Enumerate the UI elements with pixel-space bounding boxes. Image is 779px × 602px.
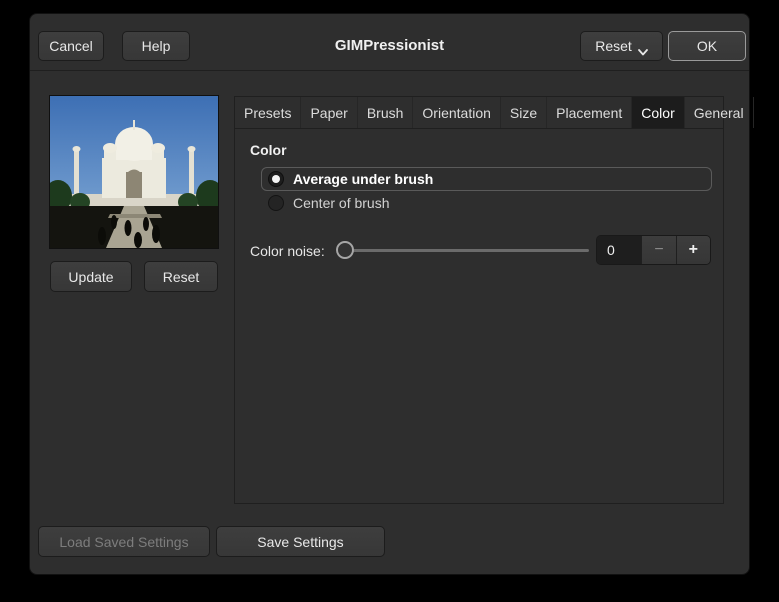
tab-orientation[interactable]: Orientation: [413, 97, 501, 128]
save-settings-button[interactable]: Save Settings: [216, 526, 385, 557]
tab-bar: Presets Paper Brush Orientation Size Pla…: [235, 97, 754, 129]
radio-center-label: Center of brush: [293, 195, 390, 211]
tab-paper[interactable]: Paper: [301, 97, 358, 128]
tab-placement[interactable]: Placement: [547, 97, 633, 128]
color-section-title: Color: [250, 142, 287, 158]
preview-reset-button-label: Reset: [162, 268, 200, 285]
ok-button[interactable]: OK: [668, 31, 746, 61]
tab-color[interactable]: Color: [632, 97, 685, 128]
color-noise-slider-track[interactable]: [339, 249, 589, 252]
spin-minus-button[interactable]: −: [641, 236, 676, 264]
gimpressionist-dialog: Cancel Help GIMPressionist Reset OK Upda…: [30, 14, 754, 574]
reset-dropdown-button[interactable]: Reset: [580, 31, 663, 61]
radio-button-icon: [268, 195, 284, 211]
radio-center-of-brush[interactable]: Center of brush: [268, 193, 390, 213]
color-noise-label: Color noise:: [250, 243, 325, 259]
load-saved-settings-label: Load Saved Settings: [59, 533, 189, 550]
color-panel: Color Average under brush Center of brus…: [235, 129, 723, 504]
chevron-down-icon: [637, 43, 648, 55]
tab-presets[interactable]: Presets: [235, 97, 302, 128]
radio-button-icon: [268, 171, 284, 187]
save-settings-label: Save Settings: [257, 533, 344, 550]
reset-dropdown-label: Reset: [595, 38, 632, 54]
color-noise-slider-handle[interactable]: [336, 241, 354, 259]
spin-plus-button[interactable]: +: [675, 236, 710, 264]
color-noise-spinbox: 0 − +: [596, 235, 711, 265]
preview-image: [49, 95, 219, 249]
update-button[interactable]: Update: [50, 261, 132, 292]
settings-notebook: Presets Paper Brush Orientation Size Pla…: [234, 96, 754, 504]
load-saved-settings-button[interactable]: Load Saved Settings: [38, 526, 210, 557]
tab-general[interactable]: General: [685, 97, 754, 128]
dialog-header: Cancel Help GIMPressionist Reset OK: [30, 14, 749, 71]
preview-reset-button[interactable]: Reset: [144, 261, 218, 292]
update-button-label: Update: [68, 268, 114, 285]
ok-button-label: OK: [696, 38, 718, 54]
color-noise-value[interactable]: 0: [597, 236, 642, 264]
radio-average-under-brush[interactable]: Average under brush: [261, 167, 712, 191]
radio-average-label: Average under brush: [293, 171, 434, 187]
tab-brush[interactable]: Brush: [358, 97, 414, 128]
tab-size[interactable]: Size: [501, 97, 548, 128]
